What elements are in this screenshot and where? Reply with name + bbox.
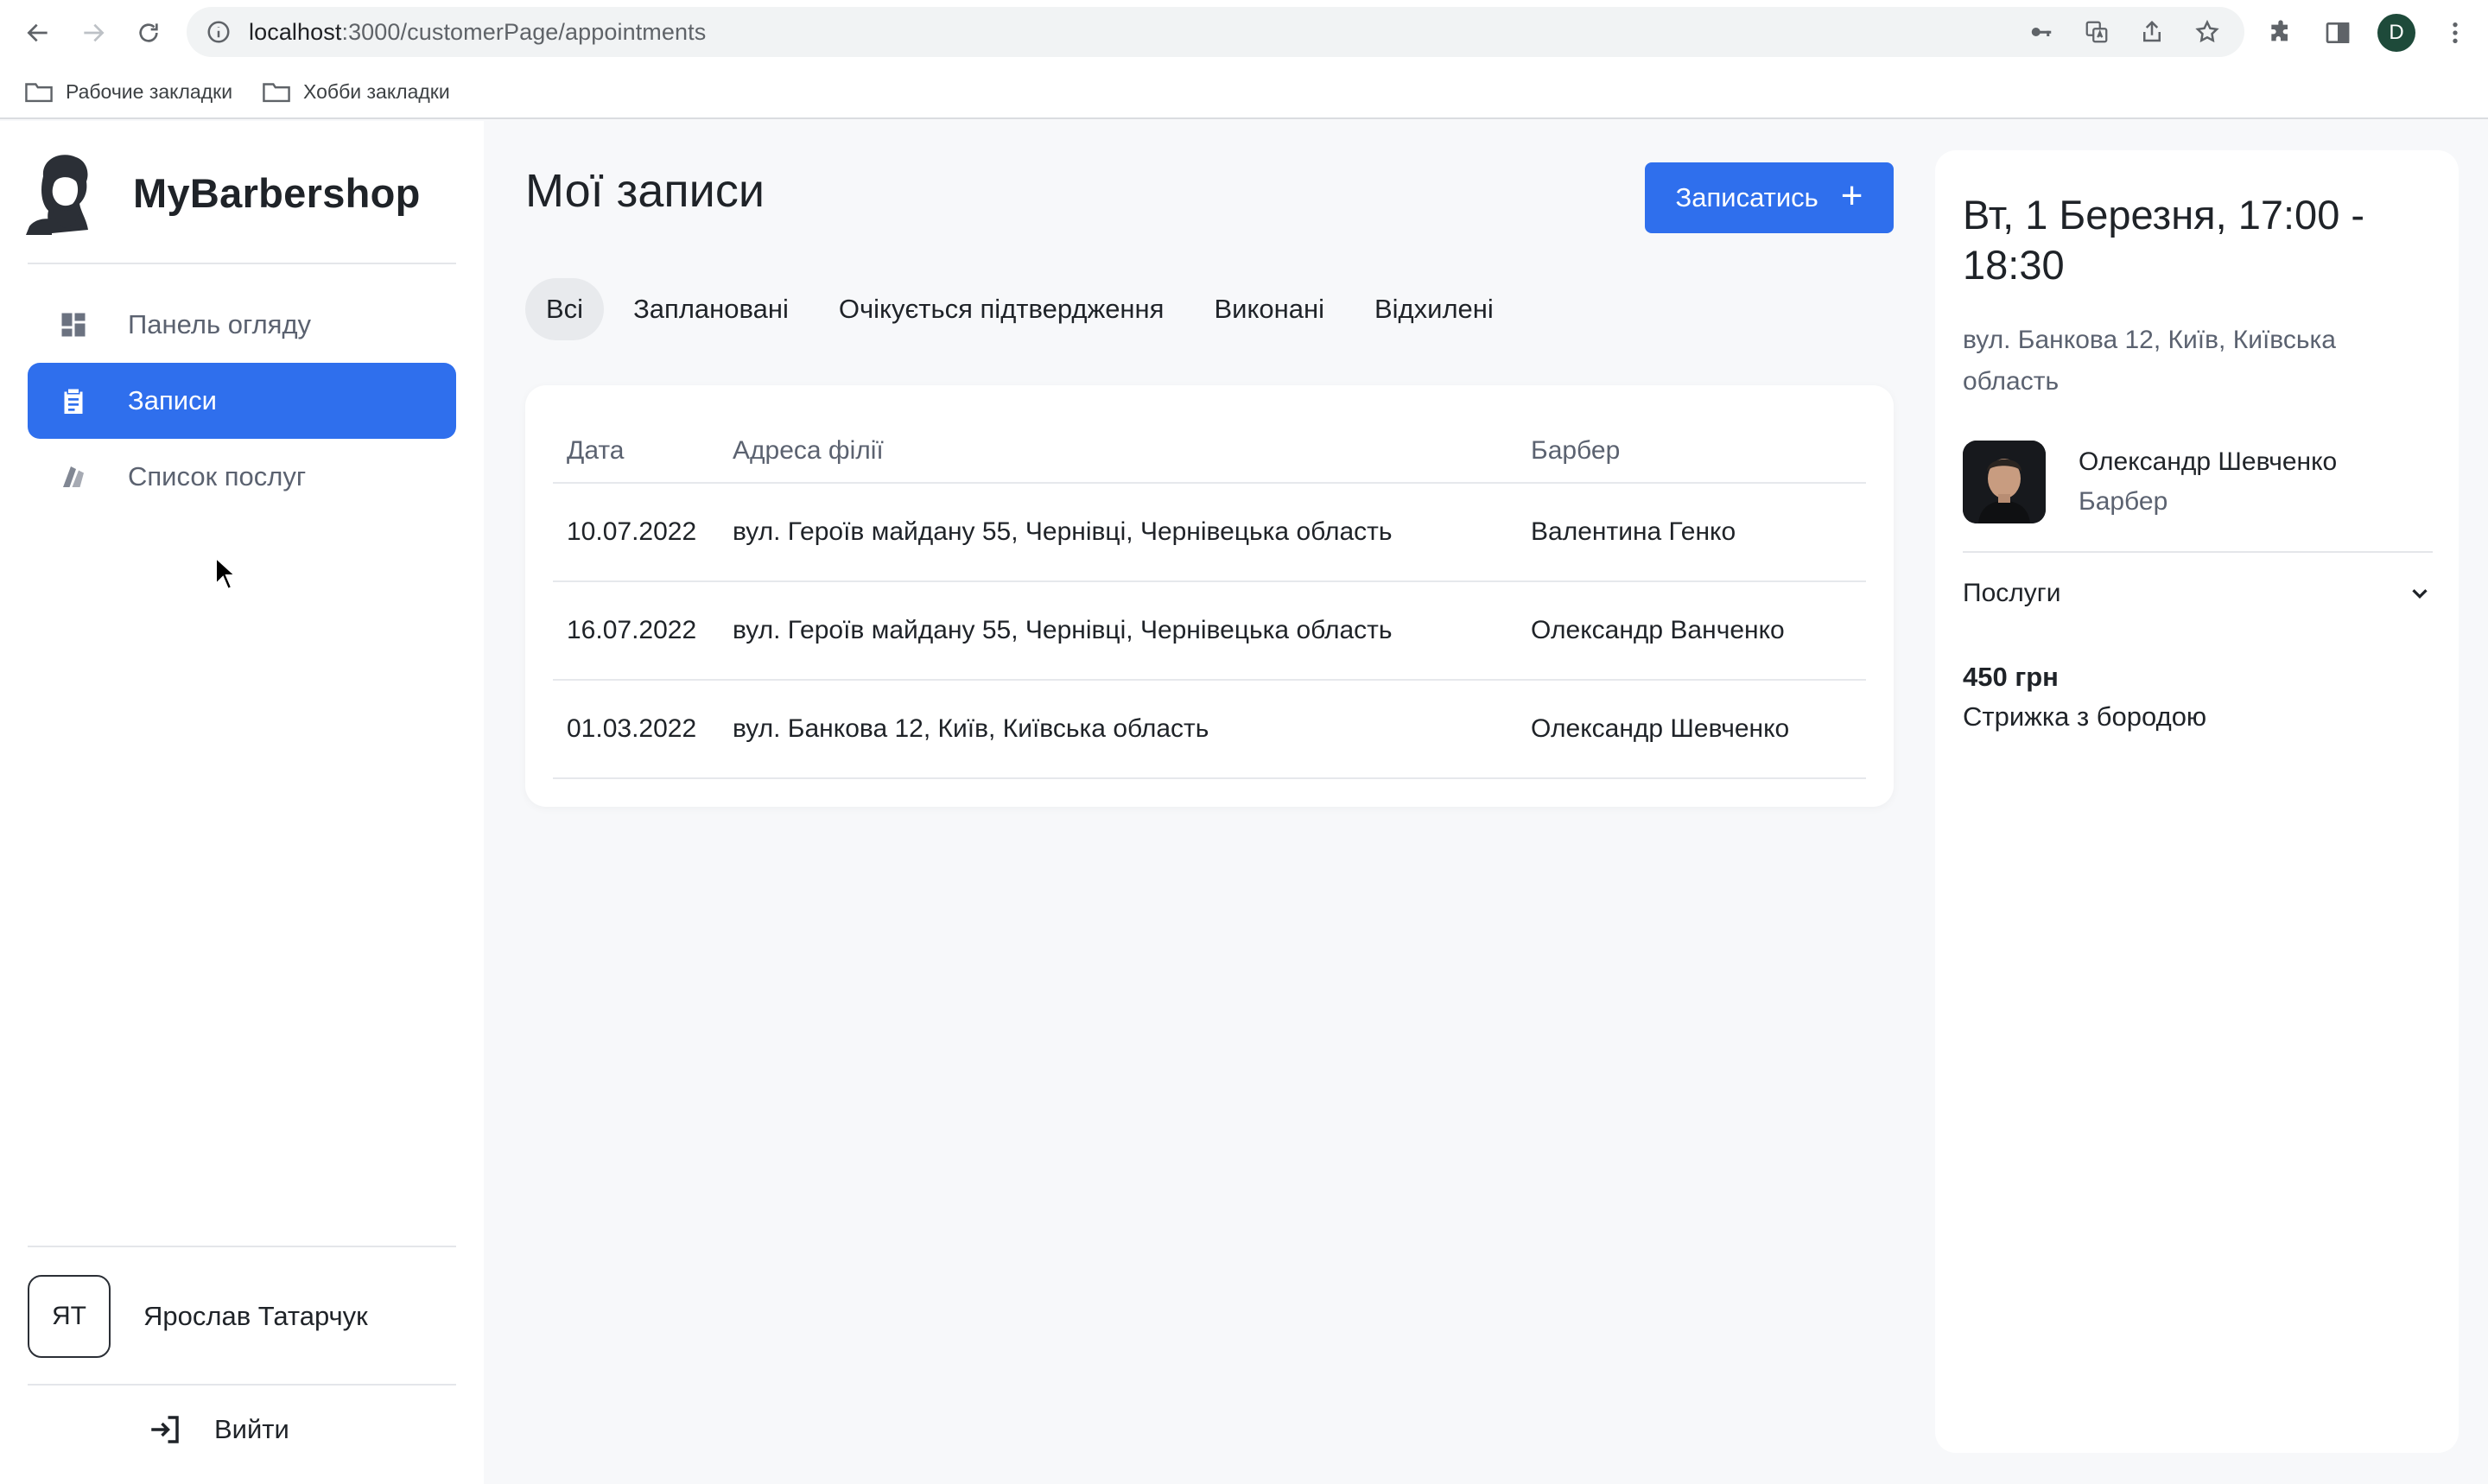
status-tabs: Всі Заплановані Очікується підтвердження… xyxy=(525,278,1523,340)
tab-all[interactable]: Всі xyxy=(525,278,605,340)
share-icon[interactable] xyxy=(2136,16,2168,48)
tab-scheduled[interactable]: Заплановані xyxy=(612,278,809,340)
cell-date: 10.07.2022 xyxy=(567,517,697,546)
appointments-table-card: Дата Адреса філії Барбер 10.07.2022 вул.… xyxy=(525,385,1894,807)
browser-extensions: D xyxy=(2263,14,2472,52)
bookmark-hobby[interactable]: Хобби закладки xyxy=(262,79,450,104)
table-header: Дата Адреса філії Барбер xyxy=(553,420,1866,484)
barber-role: Барбер xyxy=(2079,487,2168,516)
cell-address: вул. Героїв майдану 55, Чернівці, Чернів… xyxy=(733,517,1393,546)
service-name: Стрижка з бородою xyxy=(1963,701,2207,732)
user-name: Ярослав Татарчук xyxy=(143,1301,368,1331)
sidebar-item-label: Список послуг xyxy=(128,461,307,491)
user-profile[interactable]: ЯТ Ярослав Татарчук xyxy=(28,1275,368,1358)
cell-barber: Валентина Генко xyxy=(1531,517,1736,546)
mouse-cursor-icon xyxy=(215,556,237,591)
browser-chrome: localhost:3000/customerPage/appointments xyxy=(0,0,2488,119)
star-icon[interactable] xyxy=(2191,16,2224,48)
sidebar-item-dashboard[interactable]: Панель огляду xyxy=(28,287,456,363)
tab-completed[interactable]: Виконані xyxy=(1193,278,1345,340)
cell-barber: Олександр Шевченко xyxy=(1531,714,1790,743)
cell-date: 01.03.2022 xyxy=(567,714,697,743)
clipboard-icon xyxy=(57,384,90,417)
sidebar-item-label: Панель огляду xyxy=(128,309,312,339)
table-row[interactable]: 10.07.2022 вул. Героїв майдану 55, Черні… xyxy=(553,484,1866,582)
logout-button[interactable]: Вийти xyxy=(147,1411,289,1448)
table-row[interactable]: 01.03.2022 вул. Банкова 12, Київ, Київсь… xyxy=(553,681,1866,779)
appointment-detail-panel: Вт, 1 Березня, 17:00 - 18:30 вул. Банков… xyxy=(1935,150,2459,1453)
kebab-menu-icon[interactable] xyxy=(2438,16,2472,50)
brand-name: MyBarbershop xyxy=(133,169,421,216)
browser-toolbar: localhost:3000/customerPage/appointments xyxy=(0,0,2488,66)
column-header-barber: Барбер xyxy=(1531,436,1621,465)
folder-icon xyxy=(25,83,53,103)
appointment-address: вул. Банкова 12, Київ, Київська область xyxy=(1963,326,2336,396)
divider xyxy=(28,1246,456,1247)
service-price: 450 грн xyxy=(1963,662,2059,692)
barber-card: Олександр Шевченко Барбер xyxy=(1963,441,2337,523)
dashboard-icon xyxy=(57,308,90,341)
bookmark-work[interactable]: Рабочие закладки xyxy=(24,79,232,104)
sidebar: MyBarbershop Панель огляду Записи Список… xyxy=(0,121,484,1484)
folder-icon xyxy=(263,83,290,103)
cell-address: вул. Банкова 12, Київ, Київська область xyxy=(733,714,1209,743)
services-label: Послуги xyxy=(1963,579,2061,607)
column-header-address: Адреса філії xyxy=(733,436,884,465)
key-icon[interactable] xyxy=(2025,16,2058,48)
reload-icon[interactable] xyxy=(130,14,168,52)
scissors-icon xyxy=(57,460,90,493)
back-icon[interactable] xyxy=(19,14,57,52)
cell-date: 16.07.2022 xyxy=(567,616,697,644)
tab-pending-confirmation[interactable]: Очікується підтвердження xyxy=(818,278,1185,340)
chevron-down-icon xyxy=(2412,589,2428,599)
barber-photo xyxy=(1963,441,2046,523)
site-info-icon[interactable] xyxy=(206,19,232,45)
book-button-label: Записатись xyxy=(1675,182,1818,212)
logout-label: Вийти xyxy=(214,1414,289,1444)
page-title: Мої записи xyxy=(525,165,765,217)
translate-icon[interactable] xyxy=(2080,16,2113,48)
side-panel-icon[interactable] xyxy=(2320,16,2355,50)
address-bar[interactable]: localhost:3000/customerPage/appointments xyxy=(187,7,2244,57)
appointment-datetime: Вт, 1 Березня, 17:00 - 18:30 xyxy=(1963,192,2365,288)
appointments-table: Дата Адреса філії Барбер 10.07.2022 вул.… xyxy=(553,420,1866,779)
sidebar-item-services[interactable]: Список послуг xyxy=(28,439,456,515)
divider xyxy=(1963,551,2433,553)
table-row[interactable]: 16.07.2022 вул. Героїв майдану 55, Черні… xyxy=(553,582,1866,681)
cell-barber: Олександр Ванченко xyxy=(1531,616,1785,644)
barber-logo-icon xyxy=(26,155,88,235)
logout-icon xyxy=(151,1416,179,1443)
cell-address: вул. Героїв майдану 55, Чернівці, Чернів… xyxy=(733,616,1393,644)
book-appointment-button[interactable]: Записатись + xyxy=(1645,162,1894,233)
barber-name: Олександр Шевченко xyxy=(2079,447,2338,476)
puzzle-icon[interactable] xyxy=(2263,16,2298,50)
sidebar-item-label: Записи xyxy=(128,385,217,415)
sidebar-menu: Панель огляду Записи Список послуг xyxy=(28,287,456,515)
divider xyxy=(28,1384,456,1386)
services-accordion[interactable]: Послуги xyxy=(1963,579,2433,608)
bookmarks-bar: Рабочие закладки Хобби закладки xyxy=(0,69,450,114)
avatar: ЯТ xyxy=(28,1275,111,1358)
column-header-date: Дата xyxy=(567,436,625,465)
omnibox-actions xyxy=(2025,16,2224,48)
brand[interactable]: MyBarbershop xyxy=(26,150,421,235)
sidebar-item-appointments[interactable]: Записи xyxy=(28,363,456,439)
tab-rejected[interactable]: Відхилені xyxy=(1354,278,1514,340)
barber-info: Олександр Шевченко Барбер xyxy=(2079,442,2337,522)
profile-avatar[interactable]: D xyxy=(2377,14,2415,52)
forward-icon[interactable] xyxy=(74,14,112,52)
divider xyxy=(28,263,456,264)
plus-icon: + xyxy=(1840,174,1863,217)
url-text[interactable]: localhost:3000/customerPage/appointments xyxy=(249,19,706,46)
